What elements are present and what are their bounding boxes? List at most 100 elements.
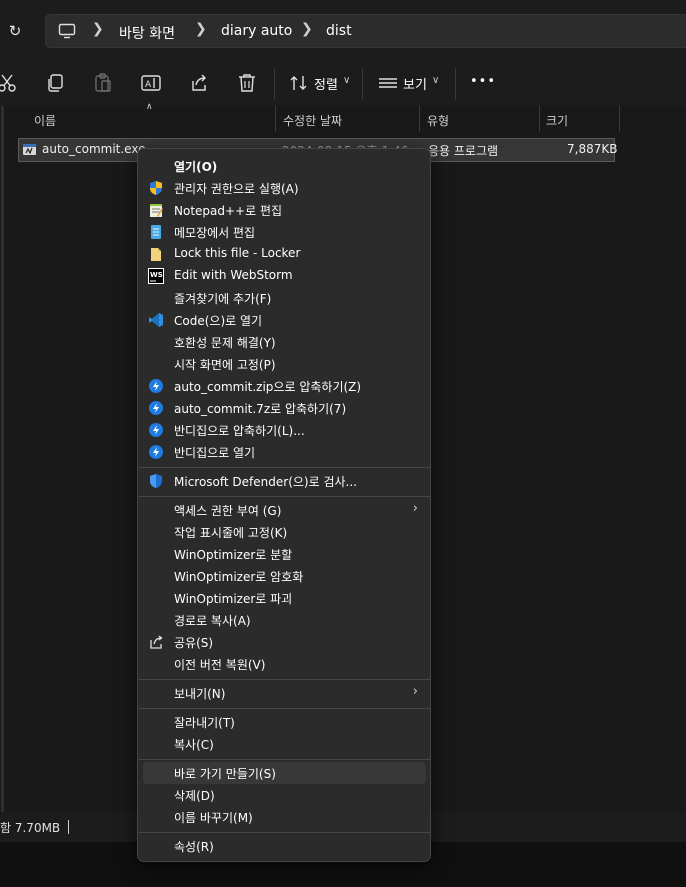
notepad-icon xyxy=(151,225,161,239)
column-header-name[interactable]: 이름 xyxy=(34,112,56,129)
menu-item-label: WinOptimizer로 파괴 xyxy=(174,592,293,606)
menu-item-share[interactable]: 공유(S) xyxy=(143,631,426,653)
notepadpp-icon xyxy=(150,204,163,217)
menu-item-7z-compress[interactable]: auto_commit.7z로 압축하기(7) xyxy=(143,397,426,419)
column-header-type[interactable]: 유형 xyxy=(427,112,449,129)
menu-item-label: Microsoft Defender(으)로 검사... xyxy=(174,475,357,489)
cut-icon[interactable] xyxy=(0,72,18,94)
menu-item-lock-file[interactable]: Lock this file - Locker xyxy=(143,243,426,265)
view-list-icon xyxy=(379,78,397,88)
uac-shield-icon xyxy=(150,181,162,195)
column-divider[interactable] xyxy=(275,106,276,132)
menu-item-bandizip-compress[interactable]: 반디집으로 압축하기(L)... xyxy=(143,419,426,441)
menu-item-copy[interactable]: 복사(C) xyxy=(143,733,426,755)
menu-item-label: Notepad++로 편집 xyxy=(174,204,283,218)
status-text: 함 7.70MB xyxy=(0,821,61,835)
menu-item-troubleshoot-compat[interactable]: 호환성 문제 해결(Y) xyxy=(143,331,426,353)
menu-item-webstorm[interactable]: WS Edit with WebStorm xyxy=(143,265,426,287)
column-divider[interactable] xyxy=(419,106,420,132)
menu-item-label: 반디집으로 열기 xyxy=(174,446,256,460)
more-options-button[interactable]: ••• xyxy=(470,74,496,89)
column-divider[interactable] xyxy=(539,106,540,132)
menu-item-pin-taskbar[interactable]: 작업 표시줄에 고정(K) xyxy=(143,521,426,543)
menu-item-label: WinOptimizer로 암호화 xyxy=(174,570,304,584)
rename-icon[interactable]: A xyxy=(140,72,162,94)
bandizip-icon xyxy=(149,401,163,415)
menu-item-label: 반디집으로 압축하기(L)... xyxy=(174,424,305,438)
menu-item-cut[interactable]: 잘라내기(T) xyxy=(143,711,426,733)
context-menu: 열기(O) 관리자 권한으로 실행(A) Notepad++로 편집 메모장에서… xyxy=(137,148,431,862)
sort-ascending-icon: ∧ xyxy=(146,102,153,112)
menu-item-label: 공유(S) xyxy=(174,636,214,650)
menu-item-label: 호환성 문제 해결(Y) xyxy=(174,336,276,350)
menu-item-pin-start[interactable]: 시작 화면에 고정(P) xyxy=(143,353,426,375)
menu-item-label: Edit with WebStorm xyxy=(174,268,293,282)
share-icon xyxy=(150,635,163,649)
menu-item-label: 관리자 권한으로 실행(A) xyxy=(174,182,299,196)
file-type: 응용 프로그램 xyxy=(428,144,499,158)
menu-item-label: 이름 바꾸기(M) xyxy=(174,811,253,825)
menu-item-defender-scan[interactable]: Microsoft Defender(으)로 검사... xyxy=(143,470,426,492)
menu-item-delete[interactable]: 삭제(D) xyxy=(143,784,426,806)
menu-separator xyxy=(139,759,431,760)
menu-item-zip-compress[interactable]: auto_commit.zip으로 압축하기(Z) xyxy=(143,375,426,397)
share-icon[interactable] xyxy=(188,72,210,94)
menu-item-notepad[interactable]: 메모장에서 편집 xyxy=(143,221,426,243)
column-divider[interactable] xyxy=(619,106,620,132)
breadcrumb-chevron-icon: ❯ xyxy=(301,21,313,37)
menu-item-send-to[interactable]: 보내기(N) › xyxy=(143,682,426,704)
menu-item-restore-previous[interactable]: 이전 버전 복원(V) xyxy=(143,653,426,675)
refresh-icon[interactable]: ↻ xyxy=(4,19,26,43)
paste-icon[interactable] xyxy=(92,72,114,94)
menu-item-notepadpp[interactable]: Notepad++로 편집 xyxy=(143,199,426,221)
menu-item-label: 액세스 권한 부여 (G) xyxy=(174,504,282,518)
menu-item-label: 복사(C) xyxy=(174,738,214,752)
menu-item-label: 메모장에서 편집 xyxy=(174,226,256,240)
view-label: 보기 xyxy=(403,78,427,93)
chevron-right-icon: › xyxy=(412,684,418,699)
menu-separator xyxy=(139,832,431,833)
copy-icon[interactable] xyxy=(44,72,66,94)
breadcrumb-chevron-icon: ❯ xyxy=(195,21,207,37)
menu-item-label: 삭제(D) xyxy=(174,789,215,803)
menu-item-winoptimizer-shred[interactable]: WinOptimizer로 파괴 xyxy=(143,587,426,609)
breadcrumb-dist[interactable]: dist xyxy=(326,23,352,39)
breadcrumb-desktop[interactable]: 바탕 화면 xyxy=(119,23,175,43)
menu-item-create-shortcut[interactable]: 바로 가기 만들기(S) xyxy=(143,762,426,784)
menu-item-open-with-code[interactable]: Code(으)로 열기 xyxy=(143,309,426,331)
menu-item-properties[interactable]: 속성(R) xyxy=(143,835,426,857)
menu-item-rename[interactable]: 이름 바꾸기(M) xyxy=(143,806,426,828)
menu-item-label: 잘라내기(T) xyxy=(174,716,235,730)
menu-item-bandizip-open[interactable]: 반디집으로 열기 xyxy=(143,441,426,463)
column-header-size[interactable]: 크기 xyxy=(546,112,568,129)
menu-item-give-access[interactable]: 액세스 권한 부여 (G) › xyxy=(143,499,426,521)
menu-item-open[interactable]: 열기(O) xyxy=(143,155,426,177)
menu-item-label: Code(으)로 열기 xyxy=(174,314,263,328)
delete-icon[interactable] xyxy=(236,72,258,94)
command-bar: A 정렬 ∨ 보기 ∨ ••• xyxy=(0,62,686,106)
svg-text:A: A xyxy=(145,80,152,90)
menu-item-label: WinOptimizer로 분할 xyxy=(174,548,293,562)
exe-file-icon xyxy=(23,144,36,155)
menu-item-label: auto_commit.zip으로 압축하기(Z) xyxy=(174,380,362,394)
address-bar[interactable]: ❯ 바탕 화면 ❯ diary auto ❯ dist xyxy=(45,14,686,48)
menu-item-winoptimizer-encrypt[interactable]: WinOptimizer로 암호화 xyxy=(143,565,426,587)
webstorm-icon: WS xyxy=(148,268,164,284)
bandizip-icon xyxy=(149,423,163,437)
file-name: auto_commit.exe xyxy=(42,142,146,156)
chevron-right-icon: › xyxy=(412,501,418,516)
menu-item-winoptimizer-split[interactable]: WinOptimizer로 분할 xyxy=(143,543,426,565)
menu-item-copy-path[interactable]: 경로로 복사(A) xyxy=(143,609,426,631)
menu-item-run-as-admin[interactable]: 관리자 권한으로 실행(A) xyxy=(143,177,426,199)
address-bar-row: ↻ ❯ 바탕 화면 ❯ diary auto ❯ dist xyxy=(0,0,686,62)
chevron-down-icon: ∨ xyxy=(343,75,351,86)
breadcrumb-chevron-icon: ❯ xyxy=(92,21,104,37)
menu-item-add-favorites[interactable]: 즐겨찾기에 추가(F) xyxy=(143,287,426,309)
bandizip-icon xyxy=(149,445,163,459)
status-divider xyxy=(68,820,69,834)
column-header-modified[interactable]: 수정한 날짜 xyxy=(283,112,342,129)
menu-item-label: 작업 표시줄에 고정(K) xyxy=(174,526,288,540)
toolbar-divider xyxy=(274,68,275,100)
breadcrumb-diary-auto[interactable]: diary auto xyxy=(221,23,292,39)
menu-item-label: 보내기(N) xyxy=(174,687,226,701)
